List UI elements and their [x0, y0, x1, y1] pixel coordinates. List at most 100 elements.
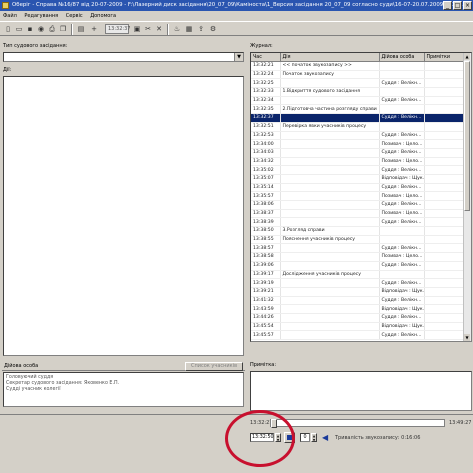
table-row[interactable]: 13:32:34 Суддя : Велікн... — [251, 96, 464, 106]
actions-area[interactable] — [3, 76, 244, 356]
table-row[interactable]: 13:44:26 Суддя : Велікн... — [251, 313, 464, 323]
notes-label: Примітка: — [250, 362, 277, 368]
table-row[interactable]: 13:32:25 Суддя : Велікн... — [251, 78, 464, 89]
cell-person: Суддя : Велікн... — [379, 96, 425, 106]
table-row[interactable]: 13:35:02 Суддя : Велікн... — [251, 165, 464, 175]
table-row[interactable]: 13:35:57 Позивач : Цело... — [251, 191, 464, 201]
table-row[interactable]: 13:39:21 Відповідач : Щук... — [251, 287, 464, 297]
cell-notes — [424, 296, 464, 306]
chevron-down-icon[interactable]: ▼ — [234, 53, 243, 61]
cell-action — [280, 113, 380, 123]
cell-notes — [424, 243, 464, 254]
journal-grid[interactable]: Час Дія Дійова особа Примітки 13:32:21 <<… — [250, 52, 472, 342]
cell-time: 13:44:26 — [251, 313, 281, 323]
table-row[interactable]: 13:32:51 Перевірка явки учасників процесу — [251, 122, 464, 132]
cell-notes — [424, 113, 464, 123]
column-header-notes[interactable]: Примітки — [424, 53, 464, 62]
person-item[interactable]: Судді учасник колегії — [6, 387, 241, 393]
menu-file[interactable]: Файл — [0, 11, 20, 21]
cell-person: Відповідач : Щук... — [379, 287, 425, 297]
journal-scrollbar[interactable]: ▲ ▼ — [463, 53, 471, 341]
table-row[interactable]: 13:32:33 1.Відкриття судового засідання — [251, 87, 464, 97]
cell-time: 13:38:58 — [251, 252, 281, 262]
highlight-circle — [225, 410, 295, 467]
minimize-button[interactable]: _ — [443, 1, 452, 10]
cell-person: Позивач : Цело... — [379, 139, 425, 149]
copy-icon[interactable]: ❐ — [58, 24, 68, 34]
table-row[interactable]: 13:32:21 << початок звукозапису >> — [251, 61, 464, 71]
cell-notes — [424, 191, 464, 201]
table-row[interactable]: 13:43:59 Відповідач : Щук... — [251, 304, 464, 314]
notes-field[interactable] — [250, 371, 472, 411]
table-row[interactable]: 13:39:17 Дослідження учасників процесу — [251, 270, 464, 280]
table-row[interactable]: 13:38:57 Суддя : Велікн... — [251, 243, 464, 254]
delete-icon[interactable]: ✕ — [154, 24, 164, 34]
export-icon[interactable]: ⇪ — [196, 24, 206, 34]
table-row[interactable]: 13:34:00 Позивач : Цело... — [251, 139, 464, 149]
table-row[interactable]: 13:34:03 Суддя : Велікн... — [251, 148, 464, 158]
cell-person: Відповідач : Щук... — [379, 174, 425, 184]
table-row[interactable]: 13:38:39 Суддя : Велікн... — [251, 217, 464, 228]
scroll-thumb[interactable] — [464, 61, 470, 211]
table-row[interactable]: 13:45:54 Відповідач : Щук... — [251, 322, 464, 332]
new-icon[interactable]: ▯ — [3, 24, 13, 34]
table-row[interactable]: 13:32:37 Суддя : Велікн... — [251, 113, 464, 123]
add-icon[interactable]: + — [89, 24, 99, 34]
settings-icon[interactable]: ⚙ — [208, 24, 218, 34]
cell-person: Позивач : Цело... — [379, 252, 425, 262]
table-row[interactable]: 13:32:53 Суддя : Велікн... — [251, 131, 464, 141]
cell-notes — [424, 148, 464, 158]
table-row[interactable]: 13:38:55 Пояснення учасників процесу — [251, 235, 464, 245]
cell-action — [280, 278, 380, 288]
volume-field[interactable]: 0 — [300, 433, 310, 442]
cell-time: 13:34:03 — [251, 148, 281, 158]
table-row[interactable]: 13:32:35 2.Підготовча частина розгляду сп… — [251, 104, 464, 115]
table-row[interactable]: 13:41:32 Суддя : Велікн... — [251, 296, 464, 306]
participants-list-button[interactable]: Список учасників — [185, 362, 243, 371]
table-row[interactable]: 13:39:19 Суддя : Велікн... — [251, 278, 464, 288]
lamp-icon[interactable]: ♨ — [172, 24, 182, 34]
scroll-down-icon[interactable]: ▼ — [464, 334, 470, 341]
column-header-person[interactable]: Дійова особа — [379, 53, 425, 62]
session-type-combo[interactable]: ▼ — [3, 52, 244, 62]
table-row[interactable]: 13:38:58 Позивач : Цело... — [251, 252, 464, 262]
persons-list[interactable]: Головуючий суддя Секретар судового засід… — [3, 372, 244, 407]
disk-icon[interactable]: ▤ — [76, 24, 86, 34]
table-row[interactable]: 13:38:06 Суддя : Велікн... — [251, 200, 464, 210]
record-icon[interactable]: ◉ — [36, 24, 46, 34]
cell-person — [379, 87, 425, 97]
menu-help[interactable]: Допомога — [87, 11, 119, 21]
save-icon[interactable]: ▪ — [25, 24, 35, 34]
menu-bar: Файл Редагування Сервіс Допомога — [0, 11, 473, 21]
app-icon — [2, 2, 9, 9]
table-row[interactable]: 13:45:57 Суддя : Велікн... — [251, 330, 464, 340]
table-row[interactable]: 13:38:37 Позивач : Цело... — [251, 209, 464, 219]
table-row[interactable]: 13:35:14 Суддя : Велікн... — [251, 183, 464, 193]
menu-service[interactable]: Сервіс — [63, 11, 86, 21]
scroll-up-icon[interactable]: ▲ — [464, 53, 470, 60]
cut-icon[interactable]: ✂ — [143, 24, 153, 34]
close-button[interactable]: × — [463, 1, 472, 10]
cell-notes — [424, 165, 464, 175]
table-row[interactable]: 13:34:32 Позивач : Цело... — [251, 157, 464, 167]
column-header-time[interactable]: Час — [251, 53, 281, 62]
table-row[interactable]: 13:32:24 Початок звукозапису — [251, 70, 464, 80]
volume-spinner[interactable]: ▲ ▼ — [311, 433, 317, 442]
document-icon[interactable]: ▦ — [184, 24, 194, 34]
cell-time: 13:39:19 — [251, 278, 281, 288]
open-icon[interactable]: ▭ — [14, 24, 24, 34]
print-icon[interactable]: ⎙ — [47, 24, 57, 34]
cell-action — [280, 330, 380, 340]
table-row[interactable]: 13:38:50 3.Розгляд справи — [251, 226, 464, 236]
table-row[interactable]: 13:39:06 Суддя : Велікн... — [251, 261, 464, 271]
column-header-action[interactable]: Дія — [280, 53, 380, 62]
table-row[interactable]: 13:35:07 Відповідач : Щук... — [251, 174, 464, 184]
cell-person: Суддя : Велікн... — [379, 131, 425, 141]
maximize-button[interactable]: □ — [453, 1, 462, 10]
cell-person — [379, 235, 425, 245]
time-field[interactable]: 13:32:37 — [105, 24, 130, 34]
menu-edit[interactable]: Редагування — [21, 11, 61, 21]
speaker-icon[interactable]: ◀ — [322, 433, 332, 443]
insert-icon[interactable]: ▣ — [132, 24, 142, 34]
playback-track[interactable] — [270, 419, 445, 428]
